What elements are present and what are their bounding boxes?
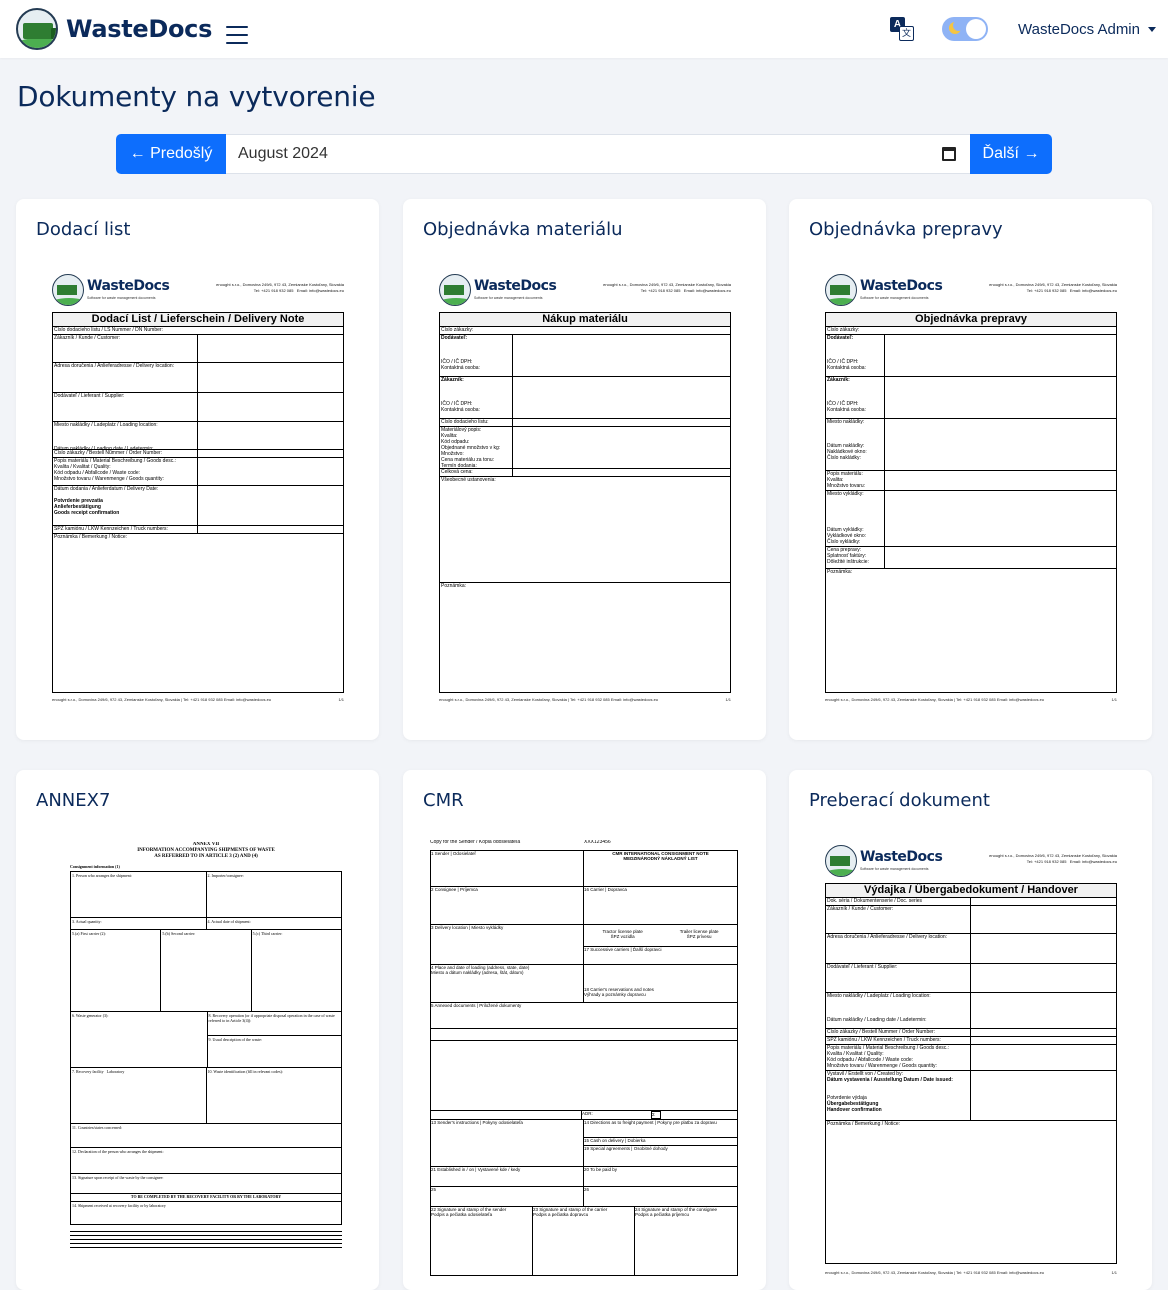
transport-order-form: Objednávka prepravy Číslo zákazky: Dodáv… <box>825 312 1117 693</box>
card-title: Objednávka prepravy <box>809 219 1003 240</box>
delivery-note-form: Dodací List / Lieferschein / Delivery No… <box>52 312 344 693</box>
wastedocs-logo-icon: WasteDocs Software for waste management … <box>825 274 943 308</box>
document-card-objednavka-materialu[interactable]: Objednávka materiálu WasteDocs Software … <box>403 199 766 740</box>
translate-icon[interactable]: A文 <box>890 17 914 41</box>
document-preview[interactable]: WasteDocs Software for waste management … <box>52 274 344 702</box>
document-footer: enought s.r.o., Domovina 249/6, 972 43, … <box>52 697 344 702</box>
document-card-preberaci-dokument[interactable]: Preberací dokument WasteDocs Software fo… <box>789 770 1152 1290</box>
hamburger-menu-icon[interactable] <box>226 26 249 44</box>
wastedocs-logo-icon: WasteDocs Software for waste management … <box>439 274 557 308</box>
company-address: enought s.r.o., Domovina 249/6, 972 43, … <box>989 282 1117 293</box>
handover-form: Výdajka / Übergabedokument / Handover Do… <box>825 883 1117 1264</box>
card-title: Dodací list <box>36 219 131 240</box>
user-menu[interactable]: WasteDocs Admin <box>1018 21 1156 38</box>
caret-down-icon <box>1148 26 1156 32</box>
document-card-dodaci-list[interactable]: Dodací list WasteDocs Software for waste… <box>16 199 379 740</box>
wastedocs-logo-icon[interactable] <box>16 8 58 50</box>
document-footer: enought s.r.o., Domovina 249/6, 972 43, … <box>439 697 731 702</box>
brand-name[interactable]: WasteDocs <box>66 15 212 43</box>
moon-icon <box>949 20 964 34</box>
card-title: Preberací dokument <box>809 790 990 811</box>
top-navbar: WasteDocs A文 WasteDocs Admin <box>0 0 1168 58</box>
month-input[interactable]: August 2024 <box>226 134 970 174</box>
wastedocs-logo-icon: WasteDocs Software for waste management … <box>52 274 170 308</box>
previous-month-button[interactable]: ← Predošlý <box>116 134 226 174</box>
company-address: enought s.r.o., Domovina 249/6, 972 43, … <box>989 853 1117 864</box>
card-title: ANNEX7 <box>36 790 111 811</box>
wastedocs-logo-icon: WasteDocs Software for waste management … <box>825 845 943 879</box>
document-card-objednavka-prepravy[interactable]: Objednávka prepravy WasteDocs Software f… <box>789 199 1152 740</box>
card-title: CMR <box>423 790 464 811</box>
document-preview[interactable]: WasteDocs Software for waste management … <box>439 274 731 702</box>
user-name: WasteDocs Admin <box>1018 20 1140 38</box>
material-order-form: Nákup materiálu Číslo zákazky: Dodávateľ… <box>439 312 731 693</box>
document-footer: enought s.r.o., Domovina 249/6, 972 43, … <box>825 697 1117 702</box>
document-preview[interactable]: WasteDocs Software for waste management … <box>825 274 1117 702</box>
month-value: August 2024 <box>238 145 328 162</box>
calendar-icon[interactable] <box>942 147 956 161</box>
next-month-button[interactable]: Ďalší → <box>970 134 1052 174</box>
document-preview[interactable]: WasteDocs Software for waste management … <box>825 845 1117 1275</box>
document-card-cmr[interactable]: CMR Copy for the Sender / Kópia odosiela… <box>403 770 766 1290</box>
document-card-annex7[interactable]: ANNEX7 ANNEX VII INFORMATION ACCOMPANYIN… <box>16 770 379 1290</box>
dark-mode-toggle[interactable] <box>942 17 988 41</box>
document-preview[interactable]: ANNEX VII INFORMATION ACCOMPANYING SHIPM… <box>70 842 342 1278</box>
company-address: enought s.r.o., Domovina 249/6, 972 43, … <box>603 282 731 293</box>
company-address: enought s.r.o., Domovina 249/6, 972 43, … <box>216 282 344 293</box>
card-title: Objednávka materiálu <box>423 219 623 240</box>
document-preview[interactable]: Copy for the Sender / Kópia odosielateľa… <box>430 840 738 1280</box>
document-footer: enought s.r.o., Domovina 249/6, 972 43, … <box>825 1270 1117 1275</box>
month-navigator: ← Predošlý August 2024 Ďalší → <box>116 134 1052 174</box>
page-title: Dokumenty na vytvorenie <box>17 80 376 113</box>
